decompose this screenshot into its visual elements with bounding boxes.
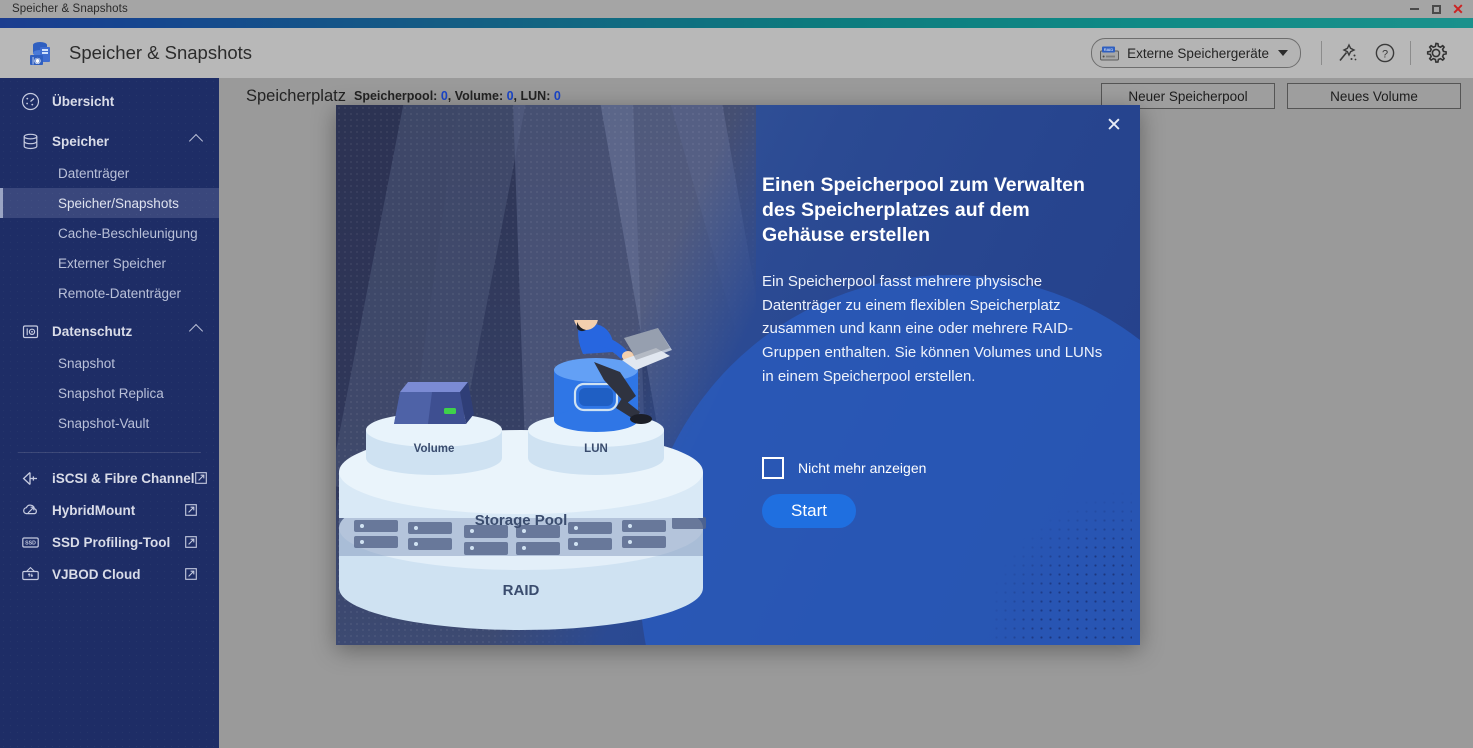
database-stack-icon [20,131,40,151]
os-title-bar: Speicher & Snapshots ✕ [0,0,1473,18]
external-link-icon [185,504,197,516]
sidebar-group-speicher[interactable]: Speicher [0,124,219,158]
help-question-icon[interactable]: ? [1366,34,1404,72]
shield-data-icon [20,321,40,341]
sidebar-item-speicher-snapshots[interactable]: Speicher/Snapshots [0,188,219,218]
gauge-icon [20,91,40,111]
chevron-up-icon[interactable] [188,323,204,339]
window-minimize-button[interactable] [1403,0,1425,18]
sidebar-item-label: Übersicht [52,93,115,109]
sidebar-item-label: iSCSI & Fibre Channel [52,470,195,486]
header-divider-1 [1321,41,1322,65]
maximize-icon [1431,4,1441,14]
dont-show-again-checkbox[interactable] [762,457,784,479]
sidebar-item-snapshot-vault[interactable]: Snapshot-Vault [0,408,219,438]
modal-content: ✕ Einen Speicherpool zum Verwalten des S… [336,105,1140,645]
vjbod-cloud-icon [20,564,40,584]
app-header: |◉ Speicher & Snapshots RAID Externe Spe… [0,28,1473,78]
volume-count-value: 0 [506,89,514,103]
sidebar-item-label: Datenträger [58,165,130,181]
lun-count-value: 0 [553,89,561,103]
count-sep-2: , [513,89,521,103]
sidebar-item-remote-datentraeger[interactable]: Remote-Datenträger [0,278,219,308]
svg-text:SSD: SSD [25,540,36,546]
sidebar-item-label: VJBOD Cloud [52,566,141,582]
start-button[interactable]: Start [762,494,856,528]
external-link-icon [185,568,197,580]
header-divider-2 [1410,41,1411,65]
external-link-icon [194,472,207,484]
gear-settings-icon[interactable] [1417,34,1455,72]
external-link-icon [185,536,197,548]
sidebar-item-iscsi-fibre-channel[interactable]: iSCSI & Fibre Channel [0,463,219,493]
os-window-title: Speicher & Snapshots [12,3,128,15]
svg-text:?: ? [1382,48,1388,60]
sidebar-navigation: Übersicht Speicher Datenträger Speicher/… [0,78,219,748]
accent-gradient-strip [0,18,1473,28]
storage-pool-count-label: Speicherpool: [353,89,438,103]
sidebar-item-label: Snapshot-Vault [58,415,150,431]
sidebar-item-label: Snapshot [58,355,116,371]
external-storage-devices-label: Externe Speichergeräte [1127,45,1269,61]
count-sep-1: , [447,89,455,103]
ssd-icon: SSD [20,532,40,552]
dont-show-again-row[interactable]: Nicht mehr anzeigen [762,457,926,479]
chevron-up-icon[interactable] [188,133,204,149]
sidebar-item-label: SSD Profiling-Tool [52,534,171,550]
sidebar-group-label: Datenschutz [52,323,133,339]
new-storage-pool-label: Neuer Speicherpool [1128,88,1248,104]
storage-pool-count-value: 0 [440,89,448,103]
app-title: Speicher & Snapshots [69,42,253,63]
dont-show-again-label: Nicht mehr anzeigen [798,460,927,476]
sidebar-item-ssd-profiling-tool[interactable]: SSD SSD Profiling-Tool [0,527,219,557]
modal-body-text: Ein Speicherpool fasst mehrere physische… [762,272,1103,385]
sidebar-item-label: Externer Speicher [58,255,167,271]
create-storage-pool-modal: Storage Pool RAID Volume LUN ✕ Einen Spe… [336,105,1140,645]
sidebar-item-vjbod-cloud[interactable]: VJBOD Cloud [0,559,219,589]
svg-text:|◉: |◉ [32,56,41,65]
sidebar-item-hybridmount[interactable]: HybridMount [0,495,219,525]
sidebar-item-label: Snapshot Replica [58,385,164,401]
sidebar-item-snapshot-replica[interactable]: Snapshot Replica [0,378,219,408]
lun-count-label: LUN: [520,89,551,103]
sidebar-group-datenschutz[interactable]: Datenschutz [0,314,219,348]
sidebar-item-label: Remote-Datenträger [58,285,182,301]
sidebar-item-cache-beschleunigung[interactable]: Cache-Beschleunigung [0,218,219,248]
page-counts: Speicherpool: 0, Volume: 0, LUN: 0 [354,89,561,103]
start-button-label: Start [791,501,827,520]
sidebar-item-label: Speicher/Snapshots [58,195,179,211]
new-volume-label: Neues Volume [1330,88,1418,104]
modal-close-icon[interactable]: ✕ [1100,111,1128,139]
sidebar-item-label: HybridMount [52,502,136,518]
minimize-icon [1409,8,1419,10]
volume-count-label: Volume: [454,89,504,103]
sidebar-item-uebersicht[interactable]: Übersicht [0,84,219,118]
sidebar-divider [18,452,201,453]
raid-drive-icon: RAID [1100,46,1120,61]
sidebar-item-snapshot[interactable]: Snapshot [0,348,219,378]
window-maximize-button[interactable] [1425,0,1447,18]
storage-database-icon: |◉ [26,38,56,68]
iscsi-arrow-icon [20,468,40,488]
modal-heading: Einen Speicherpool zum Verwalten des Spe… [762,174,1085,246]
magic-wand-icon[interactable] [1328,34,1366,72]
cloud-mount-icon [20,500,40,520]
sidebar-item-datentraeger[interactable]: Datenträger [0,158,219,188]
svg-text:RAID: RAID [1104,47,1114,52]
window-close-button[interactable]: ✕ [1447,0,1469,18]
sidebar-item-externer-speicher[interactable]: Externer Speicher [0,248,219,278]
external-storage-devices-button[interactable]: RAID Externe Speichergeräte [1091,38,1301,68]
modal-text-block: Einen Speicherpool zum Verwalten des Spe… [762,173,1112,388]
chevron-down-icon [1278,50,1288,56]
sidebar-group-label: Speicher [52,133,110,149]
sidebar-item-label: Cache-Beschleunigung [58,225,198,241]
new-volume-button[interactable]: Neues Volume [1287,83,1461,109]
page-title: Speicherplatz [246,86,346,105]
